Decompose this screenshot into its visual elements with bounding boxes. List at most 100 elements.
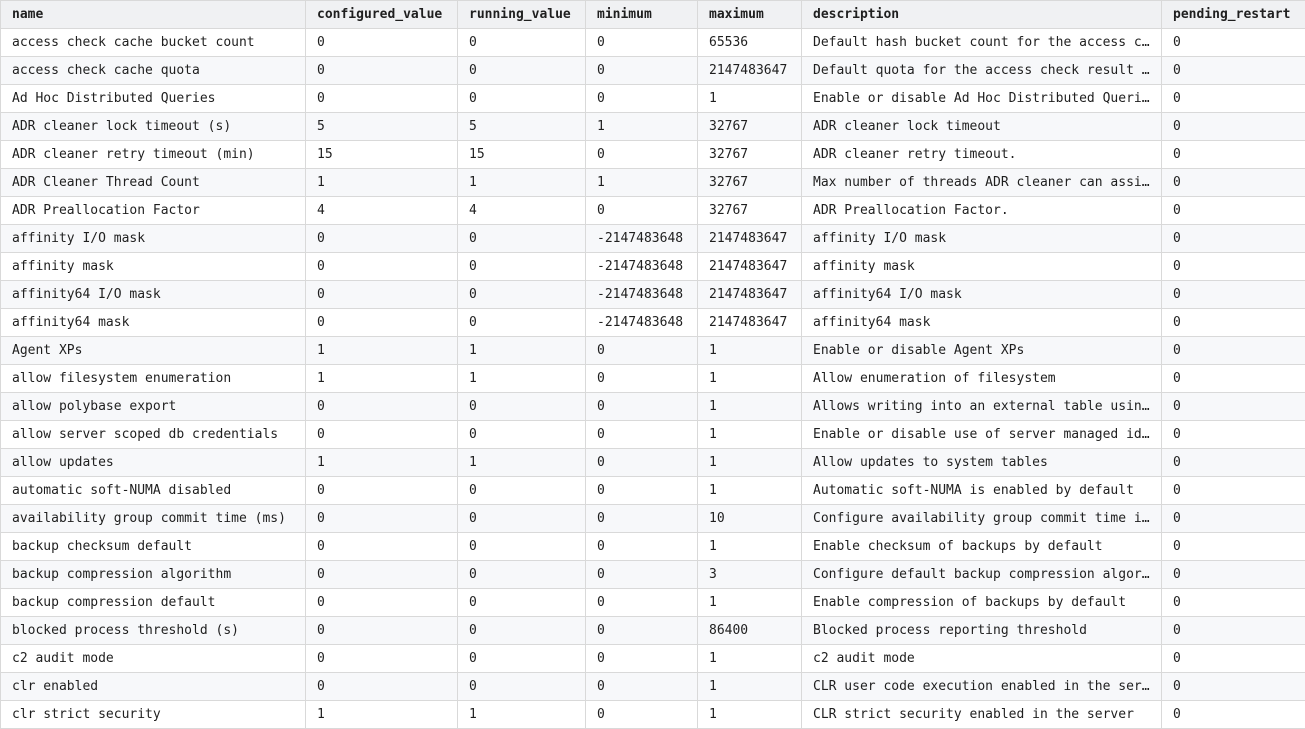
cell-minimum[interactable]: 0 [585, 196, 698, 225]
cell-running-value[interactable]: 1 [457, 336, 586, 365]
cell-pending-restart[interactable]: 0 [1161, 644, 1305, 673]
column-header-name[interactable]: name [0, 0, 306, 29]
cell-description[interactable]: Enable or disable Agent XPs [801, 336, 1162, 365]
cell-maximum[interactable]: 1 [697, 364, 802, 393]
cell-running-value[interactable]: 0 [457, 28, 586, 57]
cell-maximum[interactable]: 2147483647 [697, 252, 802, 281]
cell-minimum[interactable]: 0 [585, 616, 698, 645]
cell-name[interactable]: clr enabled [0, 672, 306, 701]
cell-running-value[interactable]: 0 [457, 84, 586, 113]
cell-name[interactable]: c2 audit mode [0, 644, 306, 673]
cell-pending-restart[interactable]: 0 [1161, 448, 1305, 477]
cell-name[interactable]: allow polybase export [0, 392, 306, 421]
cell-maximum[interactable]: 2147483647 [697, 56, 802, 85]
cell-running-value[interactable]: 4 [457, 196, 586, 225]
table-row[interactable]: availability group commit time (ms) 0 0 0 10… [0, 504, 1305, 533]
cell-description[interactable]: Enable checksum of backups by default [801, 532, 1162, 561]
cell-pending-restart[interactable]: 0 [1161, 84, 1305, 113]
cell-pending-restart[interactable]: 0 [1161, 504, 1305, 533]
cell-description[interactable]: CLR user code execution enabled in the s… [801, 672, 1162, 701]
column-header-description[interactable]: description [801, 0, 1162, 29]
cell-pending-restart[interactable]: 0 [1161, 224, 1305, 253]
cell-maximum[interactable]: 10 [697, 504, 802, 533]
cell-description[interactable]: Enable or disable use of server managed … [801, 420, 1162, 449]
cell-minimum[interactable]: 0 [585, 644, 698, 673]
cell-running-value[interactable]: 1 [457, 448, 586, 477]
cell-name[interactable]: allow server scoped db credentials [0, 420, 306, 449]
cell-maximum[interactable]: 1 [697, 84, 802, 113]
results-grid[interactable]: name configured_value running_value minimum… [0, 0, 1305, 729]
cell-description[interactable]: ADR Preallocation Factor. [801, 196, 1162, 225]
cell-running-value[interactable]: 0 [457, 644, 586, 673]
cell-name[interactable]: access check cache quota [0, 56, 306, 85]
cell-minimum[interactable]: 0 [585, 420, 698, 449]
cell-minimum[interactable]: -2147483648 [585, 308, 698, 337]
cell-configured-value[interactable]: 0 [305, 308, 458, 337]
cell-minimum[interactable]: 0 [585, 84, 698, 113]
cell-running-value[interactable]: 0 [457, 588, 586, 617]
cell-running-value[interactable]: 1 [457, 364, 586, 393]
table-row[interactable]: affinity64 I/O mask 0 0 -2147483648 21474836… [0, 280, 1305, 309]
cell-name[interactable]: backup compression algorithm [0, 560, 306, 589]
cell-name[interactable]: automatic soft-NUMA disabled [0, 476, 306, 505]
cell-running-value[interactable]: 0 [457, 420, 586, 449]
cell-configured-value[interactable]: 1 [305, 168, 458, 197]
cell-maximum[interactable]: 1 [697, 336, 802, 365]
table-row[interactable]: allow polybase export 0 0 0 1 Allows writing … [0, 392, 1305, 421]
cell-maximum[interactable]: 3 [697, 560, 802, 589]
table-row[interactable]: access check cache quota 0 0 0 2147483647 Def… [0, 56, 1305, 85]
cell-pending-restart[interactable]: 0 [1161, 112, 1305, 141]
table-row[interactable]: backup compression default 0 0 0 1 Enable com… [0, 588, 1305, 617]
cell-description[interactable]: CLR strict security enabled in the serve… [801, 700, 1162, 729]
cell-name[interactable]: backup compression default [0, 588, 306, 617]
cell-running-value[interactable]: 5 [457, 112, 586, 141]
cell-description[interactable]: Allow updates to system tables [801, 448, 1162, 477]
cell-minimum[interactable]: 0 [585, 476, 698, 505]
cell-running-value[interactable]: 0 [457, 56, 586, 85]
cell-configured-value[interactable]: 0 [305, 476, 458, 505]
cell-name[interactable]: clr strict security [0, 700, 306, 729]
cell-running-value[interactable]: 0 [457, 616, 586, 645]
cell-maximum[interactable]: 1 [697, 672, 802, 701]
cell-name[interactable]: affinity64 mask [0, 308, 306, 337]
cell-configured-value[interactable]: 0 [305, 588, 458, 617]
cell-running-value[interactable]: 0 [457, 224, 586, 253]
cell-configured-value[interactable]: 0 [305, 280, 458, 309]
cell-minimum[interactable]: 1 [585, 112, 698, 141]
cell-description[interactable]: affinity mask [801, 252, 1162, 281]
table-row[interactable]: clr enabled 0 0 0 1 CLR user code execution e… [0, 672, 1305, 701]
cell-configured-value[interactable]: 0 [305, 392, 458, 421]
cell-maximum[interactable]: 32767 [697, 112, 802, 141]
table-row[interactable]: allow updates 1 1 0 1 Allow updates to system… [0, 448, 1305, 477]
cell-running-value[interactable]: 0 [457, 252, 586, 281]
cell-description[interactable]: Configure default backup compression alg… [801, 560, 1162, 589]
cell-configured-value[interactable]: 0 [305, 28, 458, 57]
cell-running-value[interactable]: 0 [457, 308, 586, 337]
cell-name[interactable]: backup checksum default [0, 532, 306, 561]
cell-running-value[interactable]: 0 [457, 560, 586, 589]
cell-pending-restart[interactable]: 0 [1161, 700, 1305, 729]
cell-maximum[interactable]: 32767 [697, 168, 802, 197]
cell-description[interactable]: Default hash bucket count for the access… [801, 28, 1162, 57]
cell-maximum[interactable]: 2147483647 [697, 224, 802, 253]
cell-pending-restart[interactable]: 0 [1161, 28, 1305, 57]
cell-description[interactable]: c2 audit mode [801, 644, 1162, 673]
cell-configured-value[interactable]: 1 [305, 336, 458, 365]
cell-maximum[interactable]: 1 [697, 700, 802, 729]
cell-description[interactable]: Enable compression of backups by default [801, 588, 1162, 617]
cell-minimum[interactable]: 0 [585, 504, 698, 533]
cell-pending-restart[interactable]: 0 [1161, 672, 1305, 701]
cell-configured-value[interactable]: 5 [305, 112, 458, 141]
cell-minimum[interactable]: -2147483648 [585, 252, 698, 281]
cell-minimum[interactable]: 0 [585, 140, 698, 169]
cell-configured-value[interactable]: 0 [305, 644, 458, 673]
cell-pending-restart[interactable]: 0 [1161, 196, 1305, 225]
cell-minimum[interactable]: -2147483648 [585, 224, 698, 253]
cell-description[interactable]: Max number of threads ADR cleaner can as… [801, 168, 1162, 197]
cell-configured-value[interactable]: 15 [305, 140, 458, 169]
cell-name[interactable]: affinity I/O mask [0, 224, 306, 253]
cell-maximum[interactable]: 86400 [697, 616, 802, 645]
column-header-minimum[interactable]: minimum [585, 0, 698, 29]
cell-description[interactable]: Allow enumeration of filesystem [801, 364, 1162, 393]
cell-minimum[interactable]: 0 [585, 392, 698, 421]
